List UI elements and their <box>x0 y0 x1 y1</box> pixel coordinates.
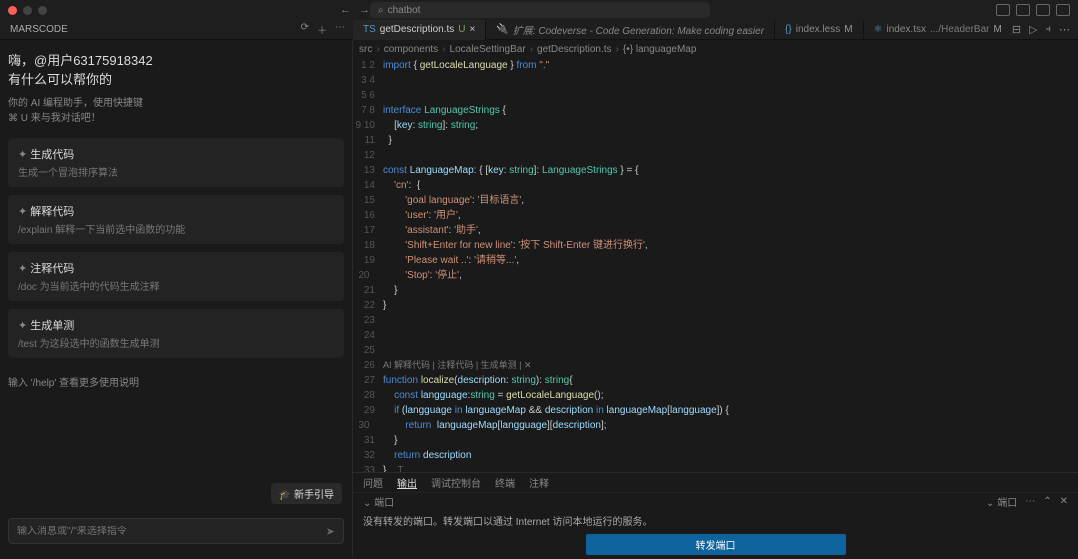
toggle-panel-left-icon[interactable] <box>996 4 1010 16</box>
breadcrumb-item[interactable]: getDescription.ts <box>537 44 611 55</box>
forward-icon[interactable]: → <box>359 4 370 16</box>
nav-arrows: ← → <box>340 4 370 16</box>
greeting-sub2: ⌘ U 来与我对话吧！ <box>8 109 344 124</box>
split-icon[interactable]: ⫞ <box>1046 23 1052 36</box>
panel-close-icon[interactable]: ✕ <box>1060 496 1068 507</box>
toggle-panel-right-icon[interactable] <box>1036 4 1050 16</box>
file-icon: ⚛ <box>874 24 883 35</box>
compare-icon[interactable]: ⊟ <box>1012 23 1021 36</box>
command-center[interactable]: ⌕ chatbot <box>370 2 710 18</box>
panel-tab[interactable]: 输出 <box>397 475 417 490</box>
greeting-line1: 嗨，@用户63175918342 <box>8 50 344 69</box>
tab[interactable]: TS getDescription.ts U × <box>353 20 486 40</box>
panel-tab[interactable]: 注释 <box>529 475 549 490</box>
breadcrumb-item[interactable]: {•} languageMap <box>623 44 697 55</box>
file-icon: {} <box>785 24 792 35</box>
titlebar: ← → ⌕ chatbot <box>0 0 1078 20</box>
close-icon[interactable]: × <box>470 24 476 35</box>
back-icon[interactable]: ← <box>340 4 351 16</box>
panel-subheader: 端口 端口 ⋯ ⌃ ✕ <box>353 493 1078 509</box>
greeting-sub1: 你的 AI 编程助手，使用快捷键 <box>8 94 344 109</box>
panel-right-label[interactable]: 端口 <box>986 494 1017 509</box>
help-hint: 输入 '/help' 查看更多使用说明 <box>8 374 344 389</box>
search-icon: ⌕ <box>378 5 384 16</box>
suggestion-card[interactable]: 生成代码生成一个冒泡排序算法 <box>8 138 344 187</box>
history-icon[interactable]: ⟳ <box>301 22 309 37</box>
greeting-line2: 有什么可以帮你的 <box>8 69 344 88</box>
panel-tab[interactable]: 调试控制台 <box>431 475 481 490</box>
send-icon[interactable]: ➤ <box>326 525 335 538</box>
layout-controls <box>996 4 1070 16</box>
tab[interactable]: ⚛ index.tsx .../HeaderBar M <box>864 20 1004 40</box>
panel-tabs: 问题输出调试控制台终端注释 <box>353 473 1078 493</box>
editor-pane: src›components›LocaleSettingBar›getDescr… <box>353 40 1078 556</box>
panel-more-icon[interactable]: ⋯ <box>1025 496 1035 507</box>
guide-button[interactable]: 🎓 新手引导 <box>271 483 342 504</box>
panel-message: 没有转发的端口。转发端口以通过 Internet 访问本地运行的服务。 <box>363 513 1068 528</box>
run-icon[interactable]: ▷ <box>1029 23 1037 36</box>
panel-tab[interactable]: 问题 <box>363 475 383 490</box>
tab-bar: MARSCODE ⟳ ＋ ⋯ TS getDescription.ts U ×🔌… <box>0 20 1078 40</box>
panel-left-label[interactable]: 端口 <box>363 494 394 509</box>
toggle-panel-bottom-icon[interactable] <box>1016 4 1030 16</box>
file-icon: 🔌 <box>496 24 508 35</box>
chat-input-row: ➤ <box>8 518 344 544</box>
breadcrumb-item[interactable]: src <box>359 44 372 55</box>
chat-input[interactable] <box>17 526 320 537</box>
breadcrumb-item[interactable]: components <box>384 44 438 55</box>
suggestion-card[interactable]: 生成单测/test 为这段选中的函数生成单测 <box>8 309 344 358</box>
bottom-panel: 问题输出调试控制台终端注释 端口 端口 ⋯ ⌃ ✕ 没有转发的端口。转发端口以通… <box>353 472 1078 556</box>
tab[interactable]: {} index.less M <box>775 20 864 40</box>
close-window[interactable] <box>8 6 17 15</box>
file-icon: TS <box>363 24 376 35</box>
code-area[interactable]: 1 2 3 4 5 6 7 8 9 10 11 12 13 14 15 16 1… <box>353 58 1078 472</box>
breadcrumb[interactable]: src›components›LocaleSettingBar›getDescr… <box>353 40 1078 58</box>
extension-brand: MARSCODE ⟳ ＋ ⋯ <box>0 22 353 37</box>
panel-maximize-icon[interactable]: ⌃ <box>1043 496 1051 507</box>
more-tab-icon[interactable]: ⋯ <box>1059 23 1070 36</box>
minimize-window[interactable] <box>23 6 32 15</box>
add-icon[interactable]: ＋ <box>317 22 327 37</box>
forward-port-button[interactable]: 转发端口 <box>586 534 846 555</box>
customize-layout-icon[interactable] <box>1056 4 1070 16</box>
search-text: chatbot <box>388 5 421 16</box>
window-controls <box>8 6 47 15</box>
breadcrumb-item[interactable]: LocaleSettingBar <box>450 44 526 55</box>
suggestion-card[interactable]: 解释代码/explain 解释一下当前选中函数的功能 <box>8 195 344 244</box>
chat-sidebar: 嗨，@用户63175918342 有什么可以帮你的 你的 AI 编程助手，使用快… <box>0 40 353 556</box>
suggestion-card[interactable]: 注释代码/doc 为当前选中的代码生成注释 <box>8 252 344 301</box>
panel-tab[interactable]: 终端 <box>495 475 515 490</box>
more-icon[interactable]: ⋯ <box>335 22 345 37</box>
tab[interactable]: 🔌 扩展: Codeverse - Code Generation: Make … <box>486 20 775 40</box>
maximize-window[interactable] <box>38 6 47 15</box>
